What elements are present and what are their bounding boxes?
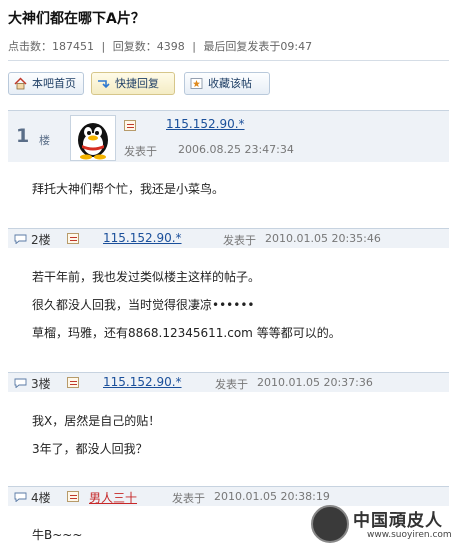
profile-card-icon[interactable] xyxy=(67,233,79,244)
floor-3-header: 3楼 115.152.90.* 发表于 2010.01.05 20:37:36 xyxy=(8,372,449,392)
watermark-seal-icon xyxy=(311,505,349,543)
last-reply-time: 最后回复发表于09:47 xyxy=(203,40,313,53)
floor-number: 3楼 xyxy=(31,377,51,391)
qq-penguin-icon xyxy=(78,123,108,160)
favorite-button[interactable]: 收藏该帖 xyxy=(184,72,270,95)
posted-label: 发表于 xyxy=(215,378,248,391)
thread-stats: 点击数：187451 | 回复数：4398 | 最后回复发表于09:47 xyxy=(8,38,316,54)
floor-number: 2楼 xyxy=(31,233,51,247)
home-icon xyxy=(14,77,27,90)
post-time: 2006.08.25 23:47:34 xyxy=(178,143,294,156)
site-watermark: 中国頑皮人 www.suoyiren.com xyxy=(311,505,452,547)
avatar[interactable] xyxy=(70,115,116,161)
floor-2-header: 2楼 115.152.90.* 发表于 2010.01.05 20:35:46 xyxy=(8,228,449,248)
floor-4-header: 4楼 男人三十 发表于 2010.01.05 20:38:19 xyxy=(8,486,449,506)
post-time: 2010.01.05 20:37:36 xyxy=(257,376,373,389)
post-time: 2010.01.05 20:35:46 xyxy=(265,232,381,245)
stats-separator: | xyxy=(192,40,196,53)
favorite-icon xyxy=(190,78,203,89)
post-3-line: 我X，居然是自己的贴！ xyxy=(32,414,161,428)
stats-separator: | xyxy=(101,40,106,53)
floor-suffix: 楼 xyxy=(39,134,50,147)
poster-ip[interactable]: 115.152.90.* xyxy=(166,117,245,131)
comment-bubble-icon xyxy=(14,492,27,502)
click-count: 点击数：187451 xyxy=(8,40,94,53)
post-2-line: 若干年前，我也发过类似楼主这样的帖子。 xyxy=(32,270,261,284)
post-2-line: 很久都没人回我，当时觉得很凄凉•••••• xyxy=(32,298,255,312)
comment-bubble-icon xyxy=(14,378,27,388)
quick-reply-button[interactable]: 快捷回复 xyxy=(91,72,175,95)
post-2-line: 草榴，玛雅，还有8868.12345611.com 等等都可以的。 xyxy=(32,326,341,340)
profile-card-icon[interactable] xyxy=(67,491,79,502)
thread-title: 大神们都在哪下A片？ xyxy=(8,11,145,27)
posted-label: 发表于 xyxy=(223,234,256,247)
reply-count: 回复数：4398 xyxy=(112,40,185,53)
post-3-line: 3年了，都没人回我？ xyxy=(32,442,148,456)
post-4-line: 牛B~~~ xyxy=(32,528,83,542)
watermark-url: www.suoyiren.com xyxy=(367,530,452,540)
post-1-line: 拜托大神们帮个忙，我还是小菜鸟。 xyxy=(32,182,225,196)
home-button[interactable]: 本吧首页 xyxy=(8,72,84,95)
comment-bubble-icon xyxy=(14,234,27,244)
reply-arrow-icon xyxy=(98,80,110,89)
post-time: 2010.01.05 20:38:19 xyxy=(214,490,330,503)
quick-reply-label: 快捷回复 xyxy=(115,77,159,90)
posted-label: 发表于 xyxy=(172,492,205,505)
watermark-text: 中国頑皮人 xyxy=(353,511,443,531)
profile-card-icon[interactable] xyxy=(67,377,79,388)
home-button-label: 本吧首页 xyxy=(32,77,76,90)
header-divider xyxy=(8,60,449,61)
posted-label: 发表于 xyxy=(124,145,157,158)
poster-username[interactable]: 男人三十 xyxy=(89,489,137,506)
poster-ip[interactable]: 115.152.90.* xyxy=(103,375,182,389)
floor-1-header: 1 楼 115.152.90.* 发表于 2006.08.25 23:47:34 xyxy=(8,110,449,162)
profile-card-icon[interactable] xyxy=(124,120,136,131)
floor-number: 1 xyxy=(16,125,30,147)
poster-ip[interactable]: 115.152.90.* xyxy=(103,231,182,245)
favorite-label: 收藏该帖 xyxy=(208,77,252,90)
floor-number: 4楼 xyxy=(31,491,51,505)
